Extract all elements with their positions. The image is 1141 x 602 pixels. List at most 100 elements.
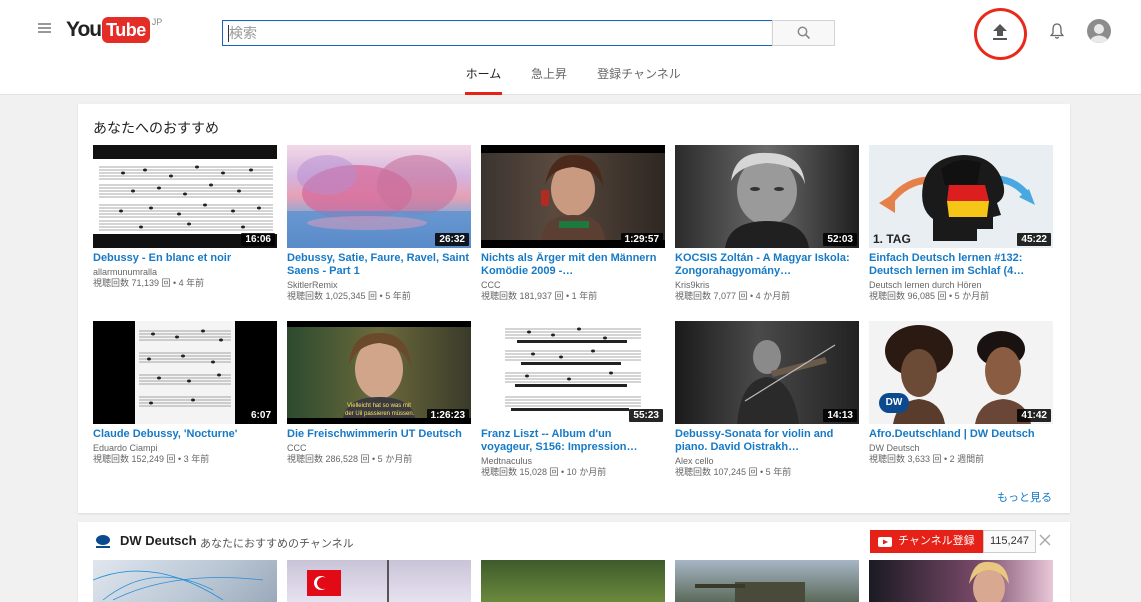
video-title[interactable]: Debussy, Satie, Faure, Ravel, Saint Saen…	[287, 252, 471, 278]
video-tile[interactable]: DW 41:42 Afro.Deutschland | DW Deutsch D…	[869, 321, 1053, 465]
flag-image	[307, 560, 389, 602]
video-tile[interactable]: 1. TAG 45:22 Einfach Deutsch lernen #132…	[869, 145, 1053, 302]
video-title[interactable]: Franz Liszt -- Album d'un voyageur, S156…	[481, 428, 665, 454]
video-duration: 1:29:57	[620, 233, 663, 246]
video-channel[interactable]: Eduardo Ciampi	[93, 443, 277, 454]
video-title[interactable]: Debussy-Sonata for violin and piano. Dav…	[675, 428, 859, 454]
video-thumbnail[interactable]: 26:32	[287, 145, 471, 248]
video-thumbnail[interactable]: 55:23	[481, 321, 665, 424]
video-thumbnail[interactable]: 6:07	[93, 321, 277, 424]
close-icon[interactable]	[1038, 533, 1052, 547]
video-tile[interactable]: 1:29:57 Nichts als Ärger mit den Männern…	[481, 145, 665, 302]
video-duration: 14:13	[823, 409, 857, 422]
subtitle-line-2: der Uil passieren müssen.	[345, 411, 415, 417]
tank-image	[695, 582, 805, 602]
shelf-subtitle: あなたにおすすめのチャンネル	[200, 538, 354, 550]
video-meta: 視聴回数 181,937 回 • 1 年前	[481, 291, 598, 301]
video-tile[interactable]: Vielleicht hat so was mit der Uil passie…	[287, 321, 471, 465]
search-icon	[797, 26, 811, 40]
avatar[interactable]	[1087, 19, 1111, 43]
masthead: You Tube JP	[0, 0, 1141, 60]
subtitle-line-1: Vielleicht hat so was mit	[347, 403, 411, 409]
video-title[interactable]: Die Freischwimmerin UT Deutsch	[287, 428, 471, 441]
subscriber-count: 115,247	[983, 530, 1036, 553]
video-thumbnail[interactable]: DW 41:42	[869, 321, 1053, 424]
video-duration: 26:32	[435, 233, 469, 246]
video-meta: 視聴回数 15,028 回 • 10 か月前	[481, 467, 607, 477]
video-thumbnail[interactable]: 14:13	[675, 321, 859, 424]
video-duration: 1:26:23	[426, 409, 469, 422]
search-input[interactable]	[223, 21, 772, 45]
map-lines-image	[93, 570, 264, 601]
video-duration: 16:06	[241, 233, 275, 246]
video-tile[interactable]: 14:13 Debussy-Sonata for violin and pian…	[675, 321, 859, 478]
search-box	[222, 20, 773, 46]
video-meta: 視聴回数 107,245 回 • 5 年前	[675, 467, 792, 477]
video-title[interactable]: Einfach Deutsch lernen #132: Deutsch ler…	[869, 252, 1053, 278]
show-more-link[interactable]: もっと見る	[997, 489, 1052, 505]
hamburger-menu-icon[interactable]	[38, 23, 51, 33]
section-title: あなたへのおすすめ	[93, 120, 219, 136]
thumb-caption: 1. TAG	[873, 232, 911, 246]
recommended-section: あなたへのおすすめ 16:06 Debussy - En blanc et no…	[78, 104, 1070, 513]
video-duration: 45:22	[1017, 233, 1051, 246]
video-tile[interactable]: 52:03 KOCSIS Zoltán - A Magyar Iskola: Z…	[675, 145, 859, 302]
video-thumbnail[interactable]: Vielleicht hat so was mit der Uil passie…	[287, 321, 471, 424]
shelf-video-thumbnail[interactable]	[93, 560, 277, 602]
subscribe-button[interactable]: チャンネル登録	[870, 530, 983, 553]
dw-channel-logo-icon[interactable]	[94, 532, 112, 550]
video-channel[interactable]: Medtnaculus	[481, 456, 665, 467]
video-thumbnail[interactable]: 1. TAG 45:22	[869, 145, 1053, 248]
presenter-image	[969, 561, 1009, 602]
youtube-play-icon	[878, 536, 892, 547]
video-title[interactable]: Afro.Deutschland | DW Deutsch	[869, 428, 1053, 441]
video-meta: 視聴回数 152,249 回 • 3 年前	[93, 454, 210, 464]
video-channel[interactable]: Deutsch lernen durch Hören	[869, 280, 1053, 291]
video-duration: 6:07	[246, 409, 275, 422]
video-meta: 視聴回数 71,139 回 • 4 年前	[93, 278, 205, 288]
video-channel[interactable]: Kris9kris	[675, 280, 859, 291]
video-thumbnail[interactable]: 1:29:57	[481, 145, 665, 248]
youtube-logo[interactable]: You Tube JP	[66, 16, 162, 44]
video-channel[interactable]: SkitlerRemix	[287, 280, 471, 291]
video-duration: 52:03	[823, 233, 857, 246]
logo-you: You	[66, 18, 102, 41]
feed-tabs: ホーム 急上昇 登録チャンネル	[0, 60, 1141, 95]
shelf-video-thumbnail[interactable]	[481, 560, 665, 602]
logo-tube: Tube	[102, 17, 150, 43]
video-channel[interactable]: Alex cello	[675, 456, 859, 467]
shelf-video-thumbnail[interactable]	[869, 560, 1053, 602]
avatar-icon	[1090, 24, 1108, 43]
subscribe-label: チャンネル登録	[898, 535, 975, 547]
video-meta: 視聴回数 3,633 回 • 2 週間前	[869, 454, 985, 464]
upload-icon[interactable]	[992, 23, 1008, 41]
video-duration: 55:23	[629, 409, 663, 422]
tab-trending[interactable]: 急上昇	[530, 60, 568, 95]
search-button[interactable]	[772, 20, 835, 46]
text-caret	[228, 25, 229, 42]
video-title[interactable]: Nichts als Ärger mit den Männern Komödie…	[481, 252, 665, 278]
video-tile[interactable]: 6:07 Claude Debussy, 'Nocturne' Eduardo …	[93, 321, 277, 465]
video-meta: 視聴回数 1,025,345 回 • 5 年前	[287, 291, 411, 301]
tab-subscriptions[interactable]: 登録チャンネル	[596, 60, 682, 95]
tab-home[interactable]: ホーム	[465, 60, 502, 95]
video-tile[interactable]: 26:32 Debussy, Satie, Faure, Ravel, Sain…	[287, 145, 471, 302]
video-tile[interactable]: 55:23 Franz Liszt -- Album d'un voyageur…	[481, 321, 665, 478]
video-channel[interactable]: CCC	[287, 443, 471, 454]
video-thumbnail[interactable]: 16:06	[93, 145, 277, 248]
bell-icon[interactable]	[1050, 22, 1064, 40]
video-channel[interactable]: allarmunumralla	[93, 267, 277, 278]
video-title[interactable]: Debussy - En blanc et noir	[93, 252, 277, 265]
shelf-video-thumbnail[interactable]	[287, 560, 471, 602]
video-channel[interactable]: DW Deutsch	[869, 443, 1053, 454]
video-title[interactable]: KOCSIS Zoltán - A Magyar Iskola: Zongora…	[675, 252, 859, 278]
video-thumbnail[interactable]: 52:03	[675, 145, 859, 248]
shelf-video-thumbnail[interactable]	[675, 560, 859, 602]
video-duration: 41:42	[1017, 409, 1051, 422]
video-title[interactable]: Claude Debussy, 'Nocturne'	[93, 428, 277, 441]
channel-shelf: DW Deutsch あなたにおすすめのチャンネル チャンネル登録 115,24…	[78, 522, 1070, 602]
shelf-channel-name[interactable]: DW Deutsch	[120, 533, 197, 548]
video-channel[interactable]: CCC	[481, 280, 665, 291]
video-tile[interactable]: 16:06 Debussy - En blanc et noir allarmu…	[93, 145, 277, 289]
video-meta: 視聴回数 7,077 回 • 4 か月前	[675, 291, 791, 301]
